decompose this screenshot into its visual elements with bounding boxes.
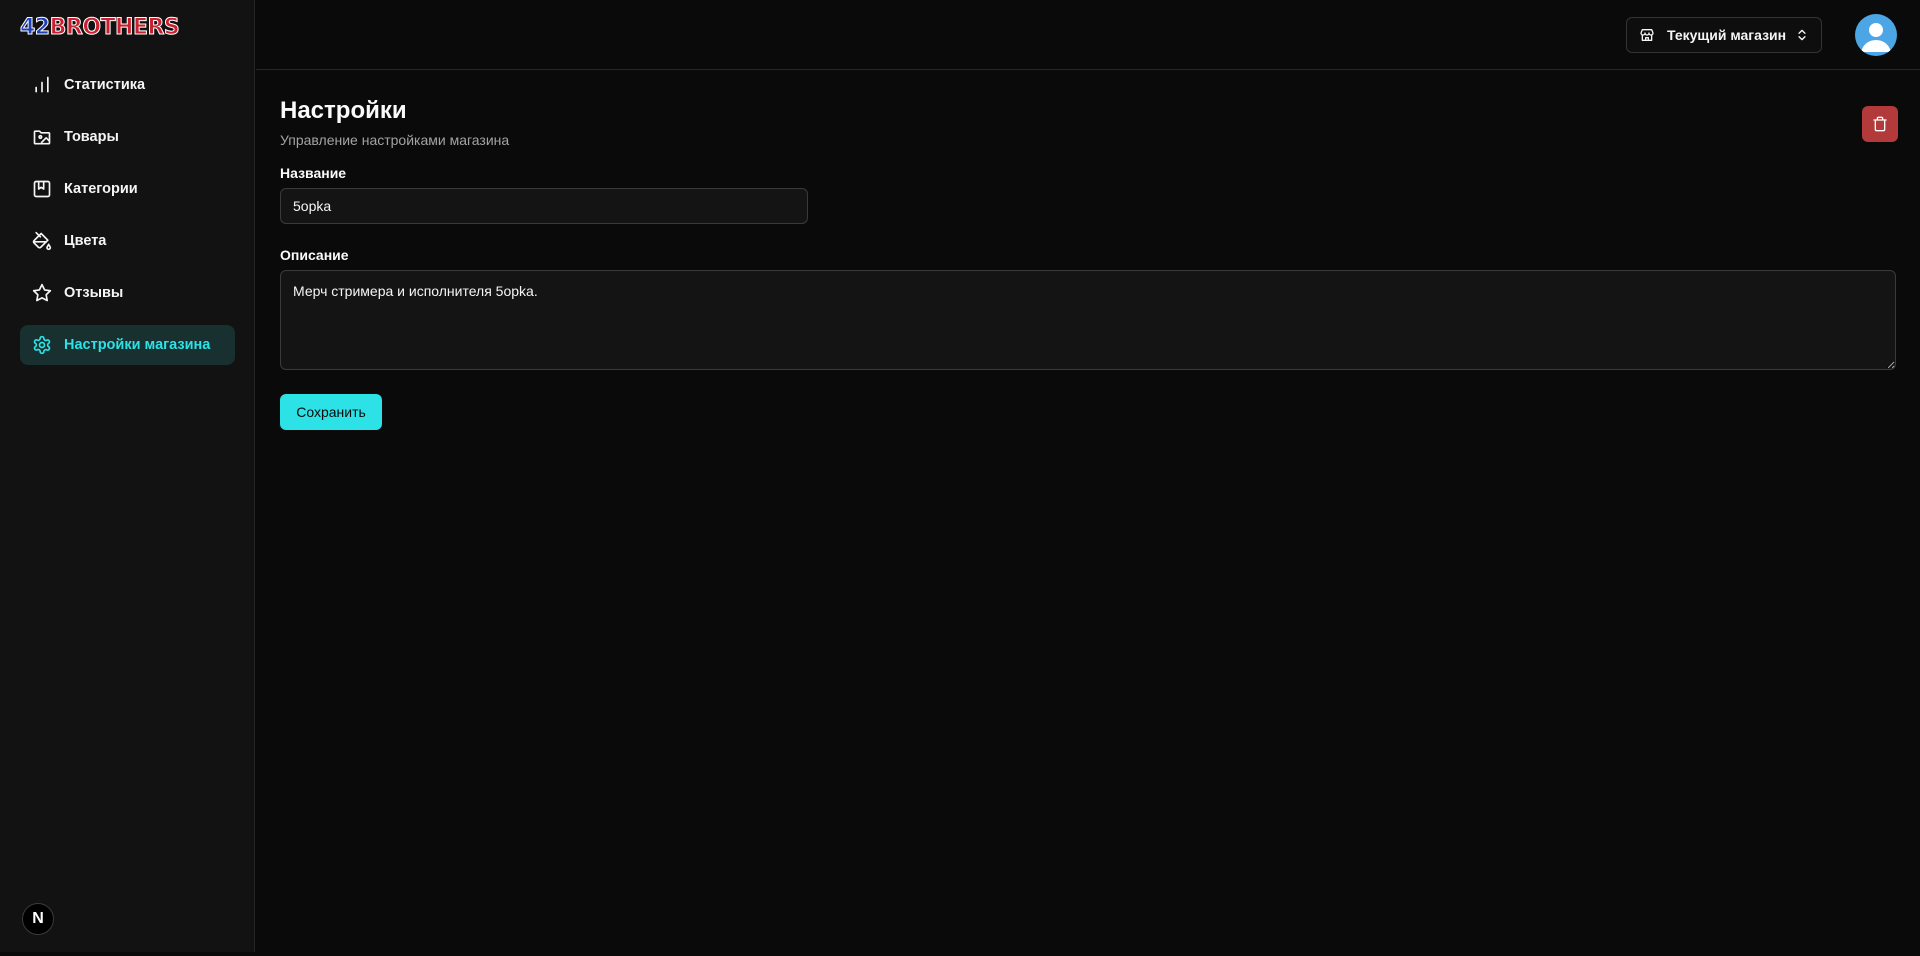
name-field[interactable] <box>280 188 808 224</box>
nextjs-badge[interactable]: N <box>22 903 54 935</box>
user-avatar[interactable] <box>1855 14 1897 56</box>
logo-text: BROTHERS <box>49 15 180 41</box>
bar-chart-icon <box>35 76 49 93</box>
brand-logo[interactable]: 42BROTHERS <box>20 15 181 41</box>
page-subtitle: Управление настройками магазина <box>280 132 510 148</box>
sidebar-item-reviews[interactable]: Отзывы <box>20 273 235 313</box>
save-button[interactable]: Сохранить <box>280 394 382 430</box>
nextjs-badge-letter: N <box>32 910 44 927</box>
logo-number: 42 <box>20 15 51 41</box>
sidebar-item-statistics[interactable]: Статистика <box>20 65 235 105</box>
image-folder-icon <box>33 130 51 145</box>
sidebar-item-label: Категории <box>64 181 138 197</box>
top-bar: Текущий магазин <box>256 0 1920 70</box>
user-icon <box>1861 23 1891 52</box>
name-label: Название <box>280 165 347 181</box>
sidebar: 42BROTHERS Статистика Товары Категории Ц… <box>0 0 255 952</box>
star-icon <box>32 283 52 302</box>
store-switcher-button[interactable]: Текущий магазин <box>1626 17 1822 53</box>
sidebar-nav: Статистика Товары Категории Цвета Отзывы… <box>20 65 235 377</box>
sidebar-item-label: Настройки магазина <box>64 337 211 353</box>
trash-icon <box>1873 116 1887 132</box>
gear-icon <box>33 335 51 355</box>
chevrons-up-down-icon <box>1798 29 1806 41</box>
description-label: Описание <box>280 247 349 263</box>
store-switcher-label: Текущий магазин <box>1667 27 1787 43</box>
bookmark-square-icon <box>33 180 51 198</box>
paint-bucket-icon <box>32 231 52 251</box>
delete-store-button[interactable] <box>1862 106 1898 142</box>
sidebar-item-label: Товары <box>64 129 119 145</box>
sidebar-item-label: Статистика <box>64 77 146 93</box>
sidebar-item-label: Цвета <box>64 233 107 249</box>
sidebar-item-label: Отзывы <box>64 285 124 301</box>
store-icon <box>1640 29 1654 41</box>
sidebar-item-store-settings[interactable]: Настройки магазина <box>20 325 235 365</box>
description-field[interactable]: Мерч стримера и исполнителя 5opka. <box>280 270 1896 370</box>
sidebar-item-products[interactable]: Товары <box>20 117 235 157</box>
page-title: Настройки <box>280 97 407 124</box>
sidebar-item-colors[interactable]: Цвета <box>20 221 235 261</box>
sidebar-item-categories[interactable]: Категории <box>20 169 235 209</box>
